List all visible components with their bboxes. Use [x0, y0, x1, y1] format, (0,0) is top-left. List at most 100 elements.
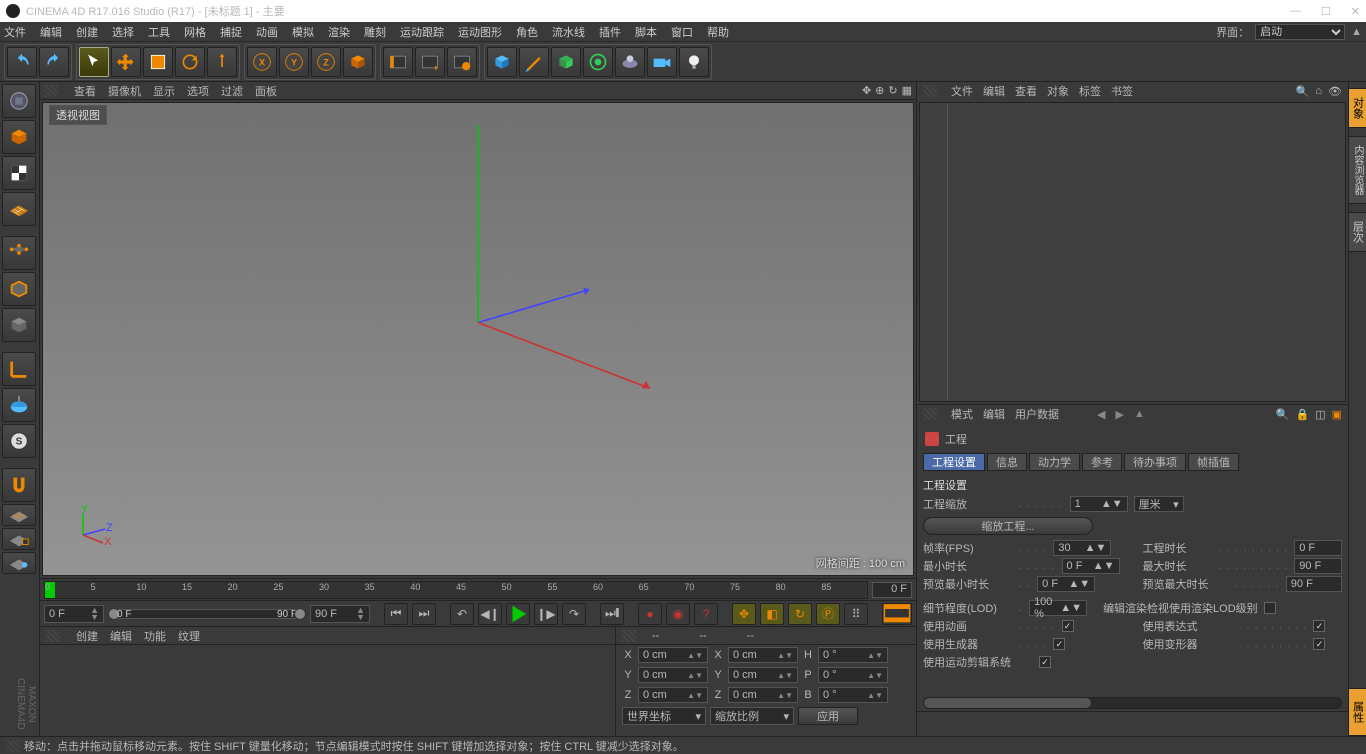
nav-fwd-icon[interactable]: ▶ — [1115, 408, 1123, 421]
menu-item[interactable]: 创建 — [76, 24, 98, 40]
attr-tab[interactable]: 帧插值 — [1188, 453, 1239, 471]
max-length-field[interactable]: 90 F — [1294, 558, 1342, 574]
attr-tab[interactable]: 工程设置 — [923, 453, 985, 471]
size-X-field[interactable]: 0 cm▲▼ — [728, 647, 798, 663]
menu-item[interactable]: 插件 — [599, 24, 621, 40]
pos-Y-field[interactable]: 0 cm▲▼ — [638, 667, 708, 683]
obj-menu-item[interactable]: 标签 — [1079, 86, 1101, 98]
menu-item[interactable]: 运动跟踪 — [400, 24, 444, 40]
planar-workplane-button[interactable] — [2, 552, 36, 574]
attr-pin-icon[interactable]: ▣ — [1332, 408, 1342, 421]
redo-button[interactable] — [39, 47, 69, 77]
texture-mode-button[interactable] — [2, 156, 36, 190]
obj-menu-item[interactable]: 书签 — [1111, 86, 1133, 98]
material-menu-item[interactable]: 功能 — [144, 631, 166, 643]
environment-button[interactable] — [615, 47, 645, 77]
primitive-cube-button[interactable] — [487, 47, 517, 77]
goto-end-button[interactable]: ⏭ — [412, 603, 436, 625]
menu-item[interactable]: 模拟 — [292, 24, 314, 40]
range start-frame-field[interactable]: 0 F▲▼ — [44, 605, 104, 623]
render-view-button[interactable] — [383, 47, 413, 77]
close-button[interactable]: ✕ — [1351, 5, 1360, 18]
coord-system-button[interactable] — [343, 47, 373, 77]
obj-menu-item[interactable]: 查看 — [1015, 86, 1037, 98]
preview-max-field[interactable]: 90 F — [1286, 576, 1342, 592]
workplane-button[interactable] — [2, 192, 36, 226]
use-deformers-checkbox[interactable]: ✓ — [1313, 638, 1325, 650]
project-scale-field[interactable]: 1▲▼ — [1070, 496, 1128, 512]
attr-tab[interactable]: 动力学 — [1029, 453, 1080, 471]
attr-tab[interactable]: 参考 — [1082, 453, 1122, 471]
use-generators-checkbox[interactable]: ✓ — [1053, 638, 1065, 650]
generator-button[interactable] — [551, 47, 581, 77]
view-menu-item[interactable]: 面板 — [255, 86, 277, 98]
attr-menu-item[interactable]: 模式 — [951, 409, 973, 421]
render-picture-button[interactable] — [415, 47, 445, 77]
use-animation-checkbox[interactable]: ✓ — [1062, 620, 1074, 632]
rot-P-field[interactable]: 0 °▲▼ — [818, 667, 888, 683]
preview-min-field[interactable]: 0 F▲▼ — [1037, 576, 1095, 592]
scale-project-button[interactable]: 缩放工程... — [923, 517, 1093, 535]
scale-mode-dropdown[interactable]: 缩放比例▾ — [710, 707, 794, 725]
menu-item[interactable]: 脚本 — [635, 24, 657, 40]
use-expressions-checkbox[interactable]: ✓ — [1313, 620, 1325, 632]
pos-Z-field[interactable]: 0 cm▲▼ — [638, 687, 708, 703]
lod-field[interactable]: 100 %▲▼ — [1029, 600, 1087, 616]
record-button[interactable]: ● — [638, 603, 662, 625]
autokey-button[interactable]: ◉ — [666, 603, 690, 625]
x-axis-lock[interactable]: X — [247, 47, 277, 77]
undo-button[interactable] — [7, 47, 37, 77]
material-menu-item[interactable]: 纹理 — [178, 631, 200, 643]
goto-start-button[interactable]: ⏮ — [384, 603, 408, 625]
goto-next-button[interactable]: ⏭❙ — [600, 603, 624, 625]
menu-item[interactable]: 流水线 — [552, 24, 585, 40]
axis-toggle-button[interactable] — [2, 352, 36, 386]
key-position-button[interactable]: ✥ — [732, 603, 756, 625]
menu-item[interactable]: 工具 — [148, 24, 170, 40]
attr-search-icon[interactable]: 🔍 — [1276, 408, 1290, 421]
menu-item[interactable]: 运动图形 — [458, 24, 502, 40]
size-Y-field[interactable]: 0 cm▲▼ — [728, 667, 798, 683]
nav-back-icon[interactable]: ◀ — [1097, 408, 1105, 421]
right-tab-layers[interactable]: 层次 — [1348, 212, 1366, 252]
make-editable-button[interactable] — [2, 84, 36, 118]
right-tab-content[interactable]: 内容浏览器 — [1348, 136, 1366, 204]
menu-item[interactable]: 渲染 — [328, 24, 350, 40]
view-rotate-icon[interactable]: ↻ — [888, 84, 897, 97]
minimize-button[interactable]: — — [1290, 5, 1301, 18]
view-layout-icon[interactable]: ▦ — [902, 84, 912, 97]
magnet-snap-button[interactable] — [2, 468, 36, 502]
view-menu-item[interactable]: 选项 — [187, 86, 209, 98]
key-param-button[interactable]: Ⓟ — [816, 603, 840, 625]
obj-menu-item[interactable]: 编辑 — [983, 86, 1005, 98]
layout-dropdown[interactable]: 启动 — [1255, 24, 1345, 40]
view-menu-item[interactable]: 查看 — [74, 86, 96, 98]
key-pla-button[interactable]: ⠿ — [844, 603, 868, 625]
apply-button[interactable]: 应用 — [798, 707, 858, 725]
lock-workplane-button[interactable] — [2, 528, 36, 550]
edges-mode-button[interactable] — [2, 272, 36, 306]
animation-mode-button[interactable] — [882, 603, 912, 625]
keyframe-help-button[interactable]: ? — [694, 603, 718, 625]
rot-H-field[interactable]: 0 °▲▼ — [818, 647, 888, 663]
workplane-snap-button[interactable] — [2, 504, 36, 526]
view-move-icon[interactable]: ✥ — [862, 84, 871, 97]
pos-X-field[interactable]: 0 cm▲▼ — [638, 647, 708, 663]
menu-item[interactable]: 编辑 — [40, 24, 62, 40]
fps-field[interactable]: 30▲▼ — [1053, 540, 1111, 556]
use-motion-checkbox[interactable]: ✓ — [1039, 656, 1051, 668]
coord-system-dropdown[interactable]: 世界坐标▾ — [622, 707, 706, 725]
obj-menu-item[interactable]: 对象 — [1047, 86, 1069, 98]
spline-pen-button[interactable] — [519, 47, 549, 77]
material-menu-item[interactable]: 创建 — [76, 631, 98, 643]
menu-item[interactable]: 帮助 — [707, 24, 729, 40]
layout-lock-icon[interactable]: ▲ — [1351, 26, 1362, 38]
play-button[interactable] — [506, 603, 530, 625]
project-scale-unit-dropdown[interactable]: 厘米▾ — [1134, 496, 1184, 512]
points-mode-button[interactable] — [2, 236, 36, 270]
material-menu-item[interactable]: 编辑 — [110, 631, 132, 643]
polygons-mode-button[interactable] — [2, 308, 36, 342]
eye-icon[interactable]: 👁 — [1328, 85, 1342, 98]
view-menu-item[interactable]: 过滤 — [221, 86, 243, 98]
right-tab-attributes[interactable]: 属性 — [1348, 688, 1366, 736]
